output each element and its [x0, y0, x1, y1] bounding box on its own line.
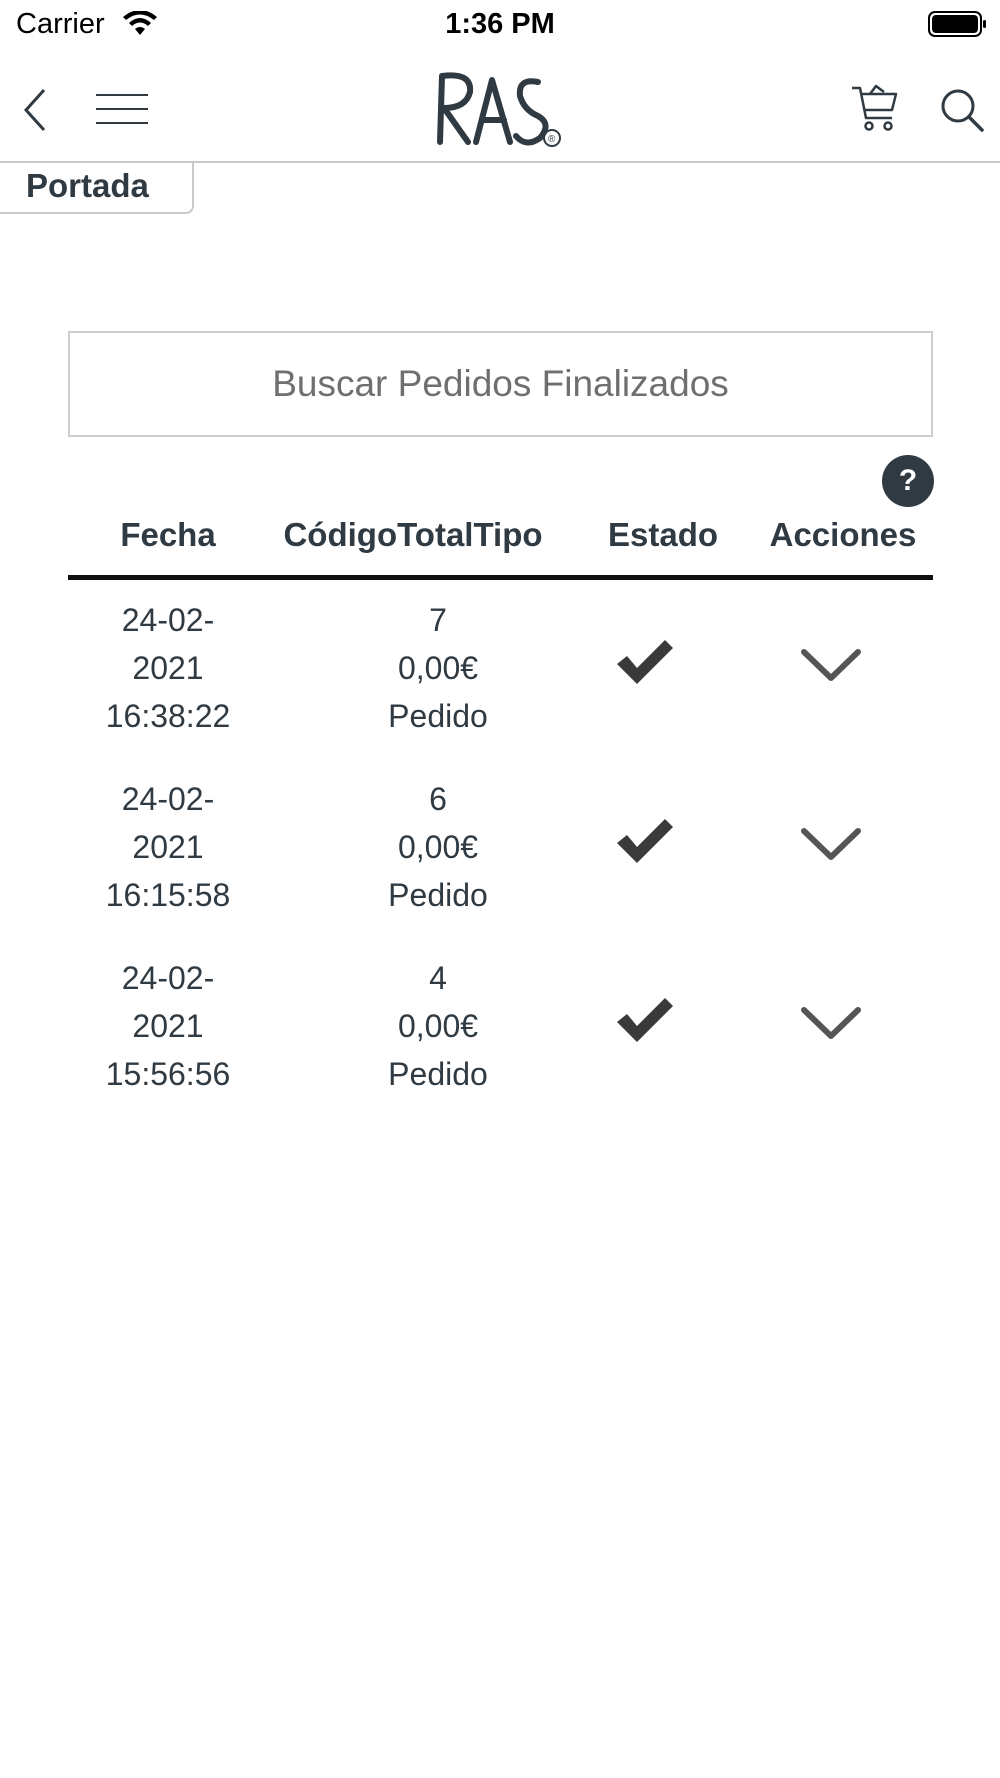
order-date: 24-02- 2021 15:56:56 [68, 954, 268, 1098]
logo-registered-mark: ® [548, 134, 556, 145]
order-type: Pedido [388, 877, 488, 913]
breadcrumb-portada[interactable]: Portada [0, 163, 194, 214]
help-button[interactable]: ? [882, 455, 934, 507]
order-date: 24-02- 2021 16:15:58 [68, 775, 268, 919]
menu-icon[interactable] [96, 92, 148, 131]
check-icon [613, 815, 677, 872]
search-input[interactable]: Buscar Pedidos Finalizados [68, 331, 933, 437]
order-date-year: 2021 [132, 829, 204, 865]
order-type: Pedido [388, 698, 488, 734]
ras-logo[interactable]: ® [430, 66, 570, 157]
check-icon [613, 994, 677, 1051]
order-total: 0,00€ [397, 1008, 479, 1044]
table-row: 24-02- 2021 15:56:56 4 0,00€ Pedido [68, 954, 933, 1133]
order-info: 4 0,00€ Pedido [338, 954, 538, 1098]
order-code: 7 [429, 602, 447, 638]
order-date-day: 24-02- [121, 781, 215, 817]
nav-bar: ® [0, 52, 1000, 163]
search-icon[interactable] [940, 88, 984, 137]
chevron-down-icon[interactable] [800, 646, 862, 689]
table-row: 24-02- 2021 16:15:58 6 0,00€ Pedido [68, 775, 933, 954]
order-total: 0,00€ [397, 829, 479, 865]
cart-icon[interactable] [850, 84, 900, 137]
order-code: 4 [429, 960, 447, 996]
status-time: 1:36 PM [445, 8, 555, 40]
chevron-down-icon[interactable] [800, 1004, 862, 1047]
order-type: Pedido [388, 1056, 488, 1092]
header-acciones: Acciones [769, 516, 917, 553]
orders-table-body: 24-02- 2021 16:38:22 7 0,00€ Pedido 24-0… [68, 596, 933, 1133]
order-date-day: 24-02- [121, 602, 215, 638]
order-info: 6 0,00€ Pedido [338, 775, 538, 919]
order-code: 6 [429, 781, 447, 817]
order-info: 7 0,00€ Pedido [338, 596, 538, 740]
order-date-year: 2021 [132, 1008, 204, 1044]
order-date-year: 2021 [132, 650, 204, 686]
order-date-time: 15:56:56 [105, 1056, 231, 1092]
back-icon[interactable] [22, 88, 48, 137]
battery-icon [928, 10, 988, 43]
header-fecha: Fecha [120, 516, 216, 553]
header-codigo-total-tipo: CódigoTotalTipo [283, 516, 543, 553]
chevron-down-icon[interactable] [800, 825, 862, 868]
order-date-day: 24-02- [121, 960, 215, 996]
check-icon [613, 636, 677, 693]
table-row: 24-02- 2021 16:38:22 7 0,00€ Pedido [68, 596, 933, 775]
order-date-time: 16:15:58 [105, 877, 231, 913]
table-header: Fecha CódigoTotalTipo Estado Acciones [68, 512, 933, 580]
status-bar: Carrier 1:36 PM [0, 0, 1000, 52]
order-date: 24-02- 2021 16:38:22 [68, 596, 268, 740]
header-estado: Estado [607, 516, 719, 553]
order-total: 0,00€ [397, 650, 479, 686]
order-date-time: 16:38:22 [105, 698, 231, 734]
